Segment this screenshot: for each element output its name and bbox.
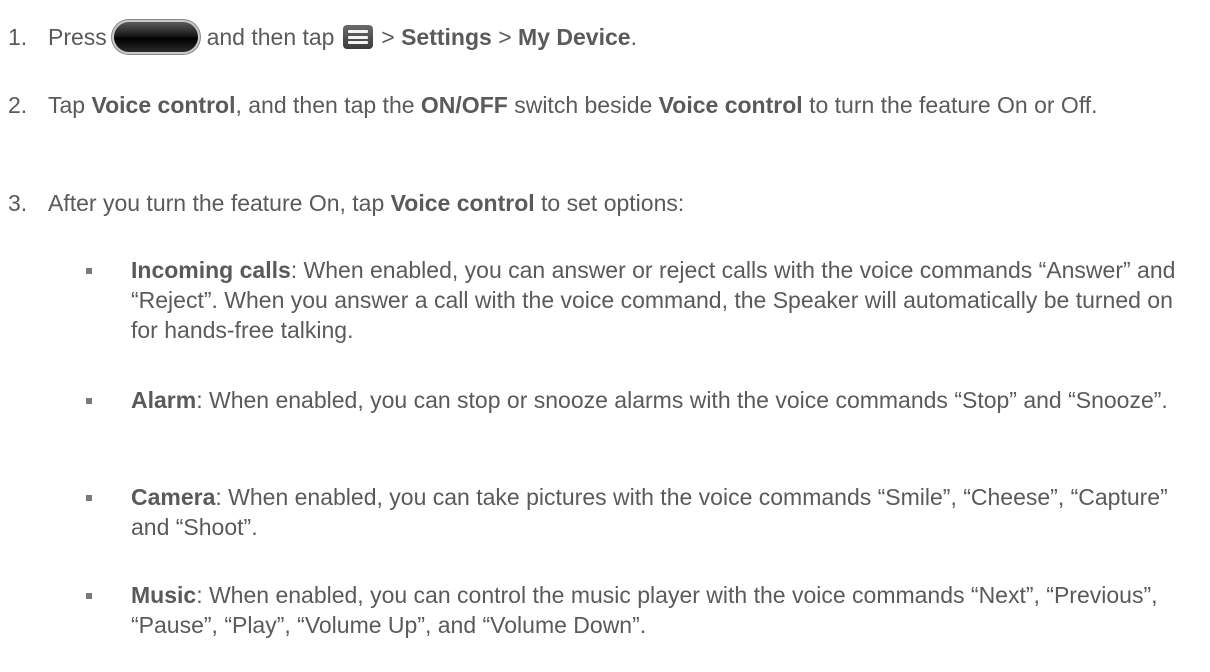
bullet-mark — [86, 495, 92, 501]
step-text: Tap Voice control, and then tap the ON/O… — [48, 92, 1098, 118]
menu-key-icon — [342, 25, 373, 49]
option-text: Music: When enabled, you can control the… — [131, 582, 1158, 638]
option-name: Incoming calls — [131, 257, 291, 283]
home-key-icon — [114, 22, 199, 52]
option-name: Camera — [131, 484, 216, 510]
bullet-mark — [86, 593, 92, 599]
step-text: Press and then tap > Settings > My Devic… — [48, 22, 637, 52]
option-name: Alarm — [131, 387, 197, 413]
option-text: Incoming calls: When enabled, you can an… — [131, 257, 1176, 343]
option-text: Alarm: When enabled, you can stop or sno… — [131, 387, 1168, 413]
bullet-mark — [86, 398, 92, 404]
step-number: 2. — [8, 92, 28, 118]
bullet-mark — [86, 268, 92, 274]
option-text: Camera: When enabled, you can take pictu… — [131, 484, 1168, 540]
option-name: Music — [131, 582, 197, 608]
step-number: 1. — [8, 24, 28, 50]
step-number: 3. — [8, 190, 28, 216]
step-text: After you turn the feature On, tap Voice… — [48, 190, 685, 216]
